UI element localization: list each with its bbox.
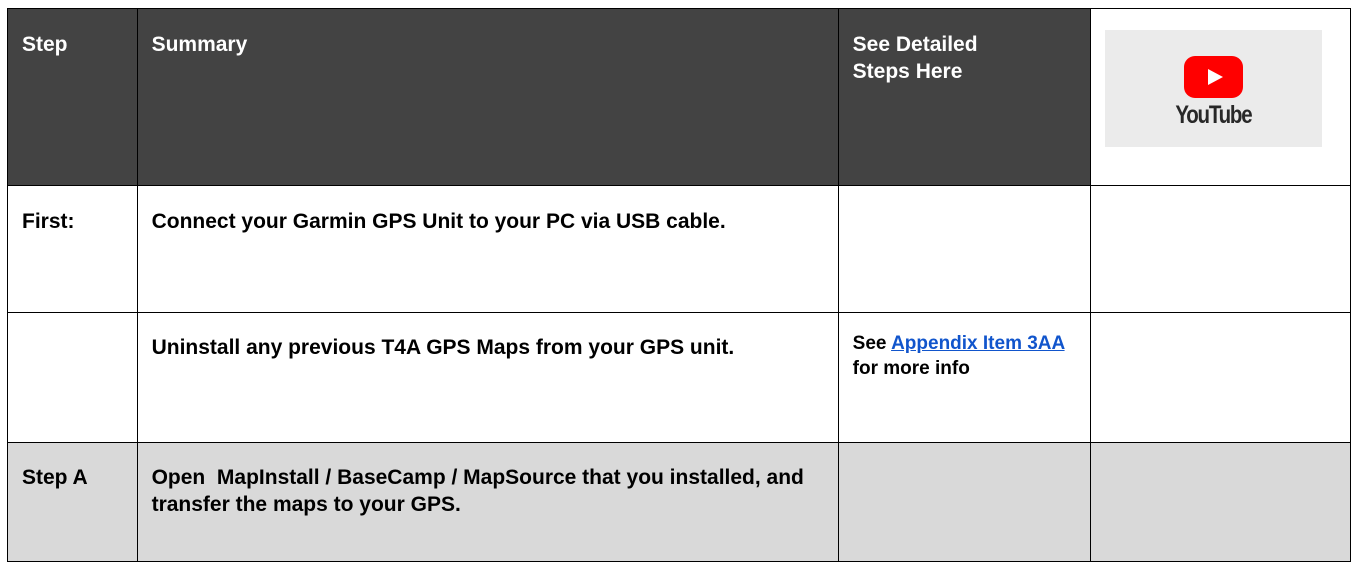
header-detailed-line2: Steps Here bbox=[852, 60, 963, 83]
detail-suffix: for more info bbox=[852, 358, 970, 379]
youtube-logo[interactable]: YouTube bbox=[1104, 30, 1322, 147]
row-step: Step A bbox=[7, 442, 138, 562]
youtube-wordmark: YouTube bbox=[1175, 101, 1252, 129]
steps-table: Step Summary See Detailed Steps Here You… bbox=[7, 8, 1351, 562]
appendix-link[interactable]: Appendix Item 3AA bbox=[891, 333, 1065, 354]
header-detailed-line1: See Detailed bbox=[852, 33, 978, 56]
row-summary: Uninstall any previous T4A GPS Maps from… bbox=[136, 312, 839, 443]
row-video bbox=[1089, 185, 1351, 313]
row-summary: Connect your Garmin GPS Unit to your PC … bbox=[136, 185, 839, 313]
row-video bbox=[1089, 442, 1351, 562]
header-summary: Summary bbox=[136, 8, 839, 186]
table-row: First: Connect your Garmin GPS Unit to y… bbox=[7, 185, 1351, 313]
row-detail bbox=[837, 442, 1091, 562]
row-video bbox=[1089, 312, 1351, 443]
row-detail bbox=[837, 185, 1091, 313]
header-row: Step Summary See Detailed Steps Here You… bbox=[7, 8, 1351, 186]
youtube-cell: YouTube bbox=[1089, 8, 1351, 186]
row-step: First: bbox=[7, 185, 138, 313]
table-row: Step A Open MapInstall / BaseCamp / MapS… bbox=[7, 442, 1351, 562]
row-step bbox=[7, 312, 138, 443]
row-detail: See Appendix Item 3AA for more info bbox=[837, 312, 1091, 443]
detail-prefix: See bbox=[852, 333, 892, 354]
row-summary: Open MapInstall / BaseCamp / MapSource t… bbox=[136, 442, 839, 562]
header-detailed-steps: See Detailed Steps Here bbox=[837, 8, 1091, 186]
youtube-play-icon bbox=[1183, 56, 1243, 98]
header-step: Step bbox=[7, 8, 138, 186]
table-row: Uninstall any previous T4A GPS Maps from… bbox=[7, 312, 1351, 443]
